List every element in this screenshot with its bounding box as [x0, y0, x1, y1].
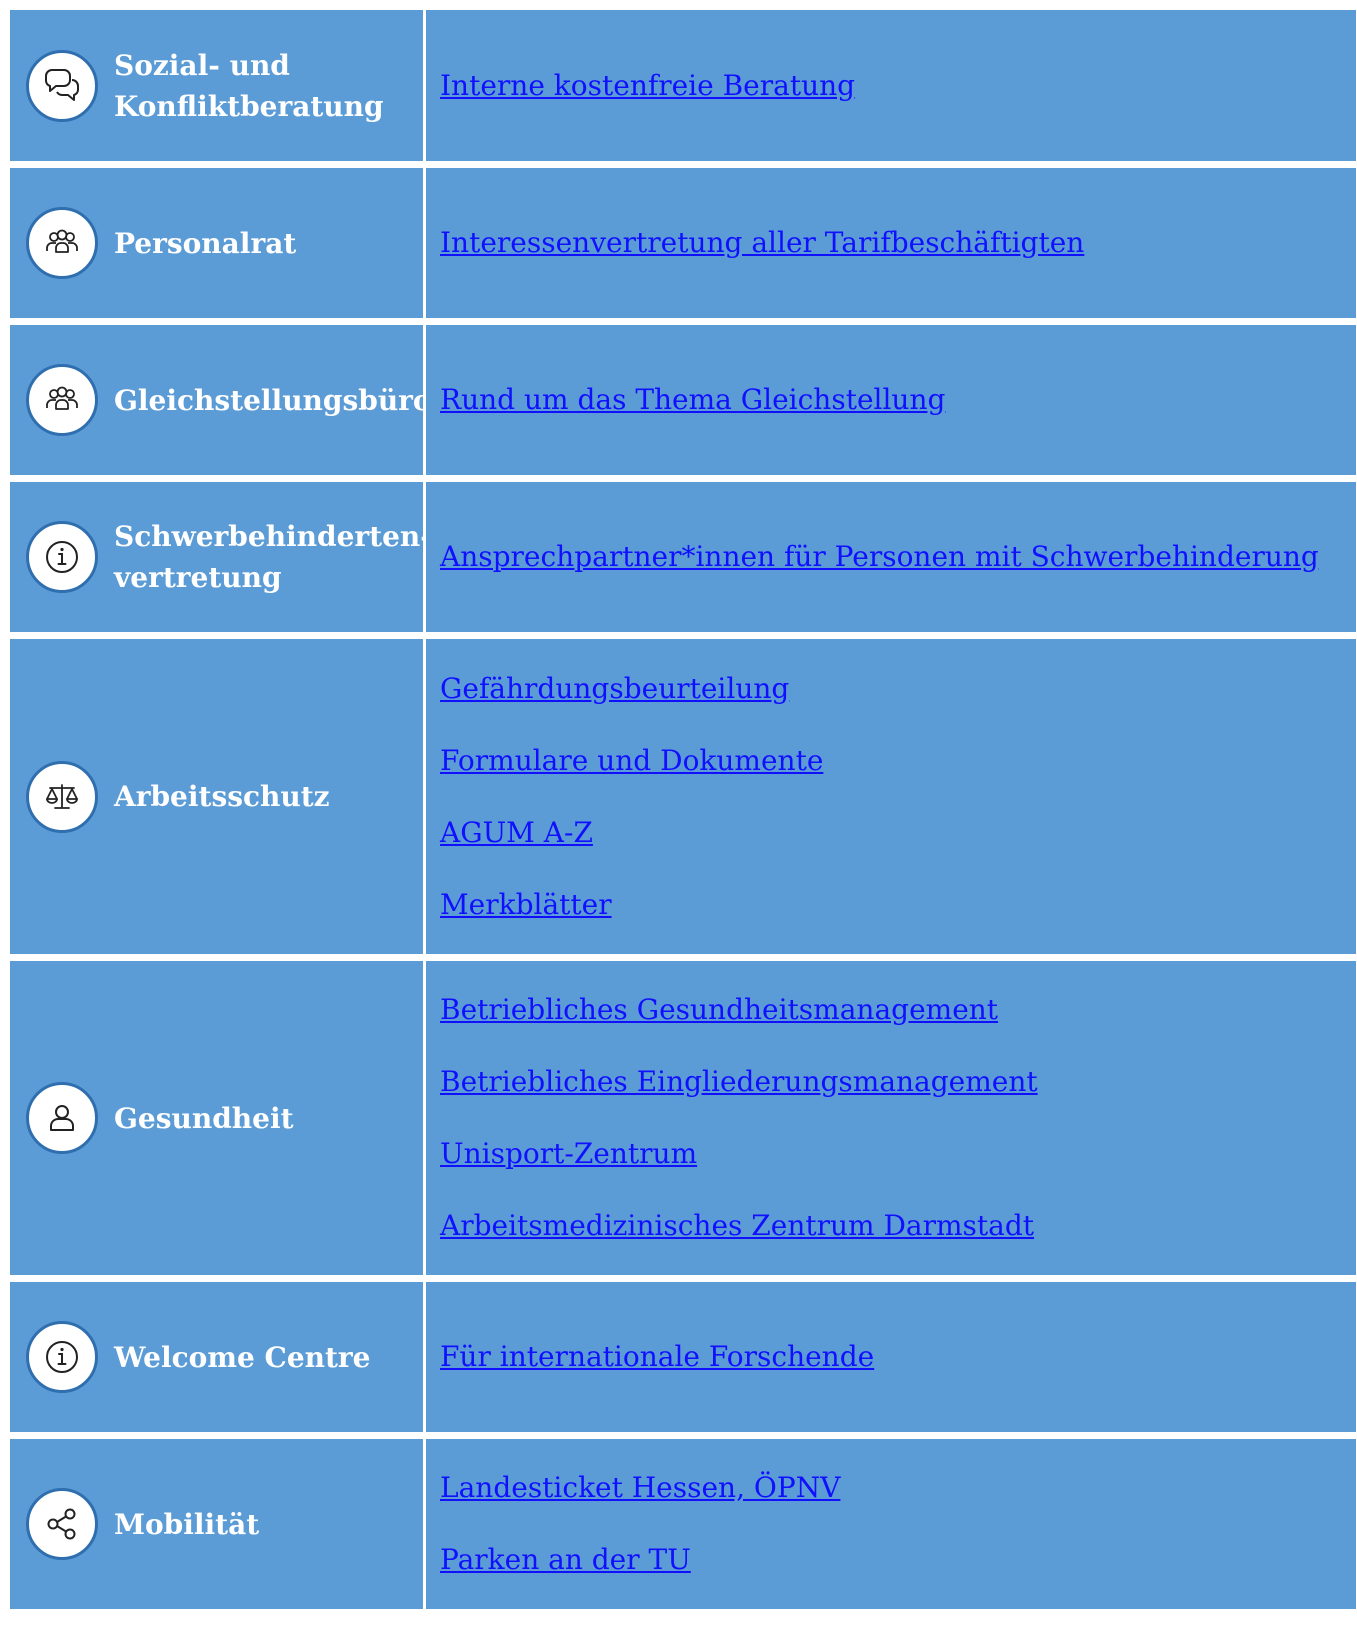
service-label-line: Sozial- und	[114, 48, 290, 82]
table-row: Welcome Centre Für internationale Forsch…	[10, 1282, 1356, 1432]
service-label-line: Mobilität	[114, 1507, 260, 1541]
service-label: Personalrat	[114, 223, 296, 264]
table-row: Mobilität Landesticket Hessen, ÖPNV Park…	[10, 1439, 1356, 1609]
service-cell: Welcome Centre	[10, 1282, 423, 1432]
service-cell: Sozial- und Konfliktberatung	[10, 10, 423, 161]
link-gesundheitsmanagement[interactable]: Betriebliches Gesundheitsmanagement	[440, 992, 1356, 1028]
group-icon	[26, 364, 98, 436]
links-cell: Rund um das Thema Gleichstellung	[426, 325, 1356, 475]
link-interessenvertretung[interactable]: Interessenvertretung aller Tarifbeschäft…	[440, 225, 1356, 261]
service-label: Schwerbehinderten- vertretung	[114, 516, 432, 598]
service-label: Gesundheit	[114, 1098, 294, 1139]
link-gefaehrdungsbeurteilung[interactable]: Gefährdungsbeurteilung	[440, 671, 1356, 707]
service-cell: Schwerbehinderten- vertretung	[10, 482, 432, 632]
link-ansprechpartner[interactable]: Ansprechpartner*innen für Personen mit S…	[440, 539, 1356, 575]
service-label: Welcome Centre	[114, 1337, 370, 1378]
link-unisport[interactable]: Unisport-Zentrum	[440, 1136, 1356, 1172]
service-label-line: vertretung	[114, 561, 282, 594]
service-cell: Mobilität	[10, 1439, 423, 1609]
link-formulare[interactable]: Formulare und Dokumente	[440, 743, 1356, 779]
link-landesticket[interactable]: Landesticket Hessen, ÖPNV	[440, 1470, 1356, 1506]
links-cell: Interessenvertretung aller Tarifbeschäft…	[426, 168, 1356, 318]
person-icon	[26, 1082, 98, 1154]
services-table: Sozial- und Konfliktberatung Interne kos…	[10, 10, 1356, 1609]
link-parken[interactable]: Parken an der TU	[440, 1542, 1356, 1578]
links-cell: Betriebliches Gesundheitsmanagement Betr…	[426, 961, 1356, 1275]
links-cell: Ansprechpartner*innen für Personen mit S…	[426, 482, 1356, 632]
service-label-line: Welcome Centre	[114, 1340, 371, 1374]
service-label: Mobilität	[114, 1504, 259, 1545]
table-row: Arbeitsschutz Gefährdungsbeurteilung For…	[10, 639, 1356, 954]
link-merkblaetter[interactable]: Merkblätter	[440, 887, 1356, 923]
group-icon	[26, 207, 98, 279]
link-arbeitsmedizin[interactable]: Arbeitsmedizinisches Zentrum Darmstadt	[440, 1208, 1356, 1244]
table-row: Gleichstellungsbüro Rund um das Thema Gl…	[10, 325, 1356, 475]
service-label-line: Gleichstellungsbüro	[114, 383, 432, 417]
chat-bubbles-icon	[26, 49, 98, 122]
service-cell: Gesundheit	[10, 961, 423, 1275]
link-internationale-forschende[interactable]: Für internationale Forschende	[440, 1339, 1356, 1375]
service-label-line: Personalrat	[114, 226, 297, 260]
service-label: Gleichstellungsbüro	[114, 380, 432, 421]
service-label-line: Arbeitsschutz	[114, 780, 330, 813]
share-icon	[26, 1488, 98, 1560]
service-label-line: Gesundheit	[114, 1101, 294, 1135]
service-label: Sozial- und Konfliktberatung	[114, 45, 384, 127]
service-label-line: Konfliktberatung	[114, 89, 384, 123]
table-row: Personalrat Interessenvertretung aller T…	[10, 168, 1356, 318]
service-cell: Gleichstellungsbüro	[10, 325, 432, 475]
link-interne-beratung[interactable]: Interne kostenfreie Beratung	[440, 68, 1356, 104]
links-cell: Interne kostenfreie Beratung	[426, 10, 1356, 161]
service-label: Arbeitsschutz	[114, 776, 330, 817]
info-icon	[26, 521, 98, 593]
table-row: Gesundheit Betriebliches Gesundheitsmana…	[10, 961, 1356, 1275]
service-label-line: Schwerbehinderten-	[114, 520, 432, 553]
links-cell: Für internationale Forschende	[426, 1282, 1356, 1432]
link-agum[interactable]: AGUM A-Z	[440, 815, 1356, 851]
link-eingliederungsmanagement[interactable]: Betriebliches Eingliederungsmanagement	[440, 1064, 1356, 1100]
table-row: Sozial- und Konfliktberatung Interne kos…	[10, 10, 1356, 161]
info-icon	[26, 1321, 98, 1393]
links-cell: Gefährdungsbeurteilung Formulare und Dok…	[426, 639, 1356, 954]
service-cell: Personalrat	[10, 168, 423, 318]
service-cell: Arbeitsschutz	[10, 639, 423, 954]
link-gleichstellung[interactable]: Rund um das Thema Gleichstellung	[440, 382, 1356, 418]
links-cell: Landesticket Hessen, ÖPNV Parken an der …	[426, 1439, 1356, 1609]
scales-icon	[26, 760, 98, 833]
table-row: Schwerbehinderten- vertretung Ansprechpa…	[10, 482, 1356, 632]
